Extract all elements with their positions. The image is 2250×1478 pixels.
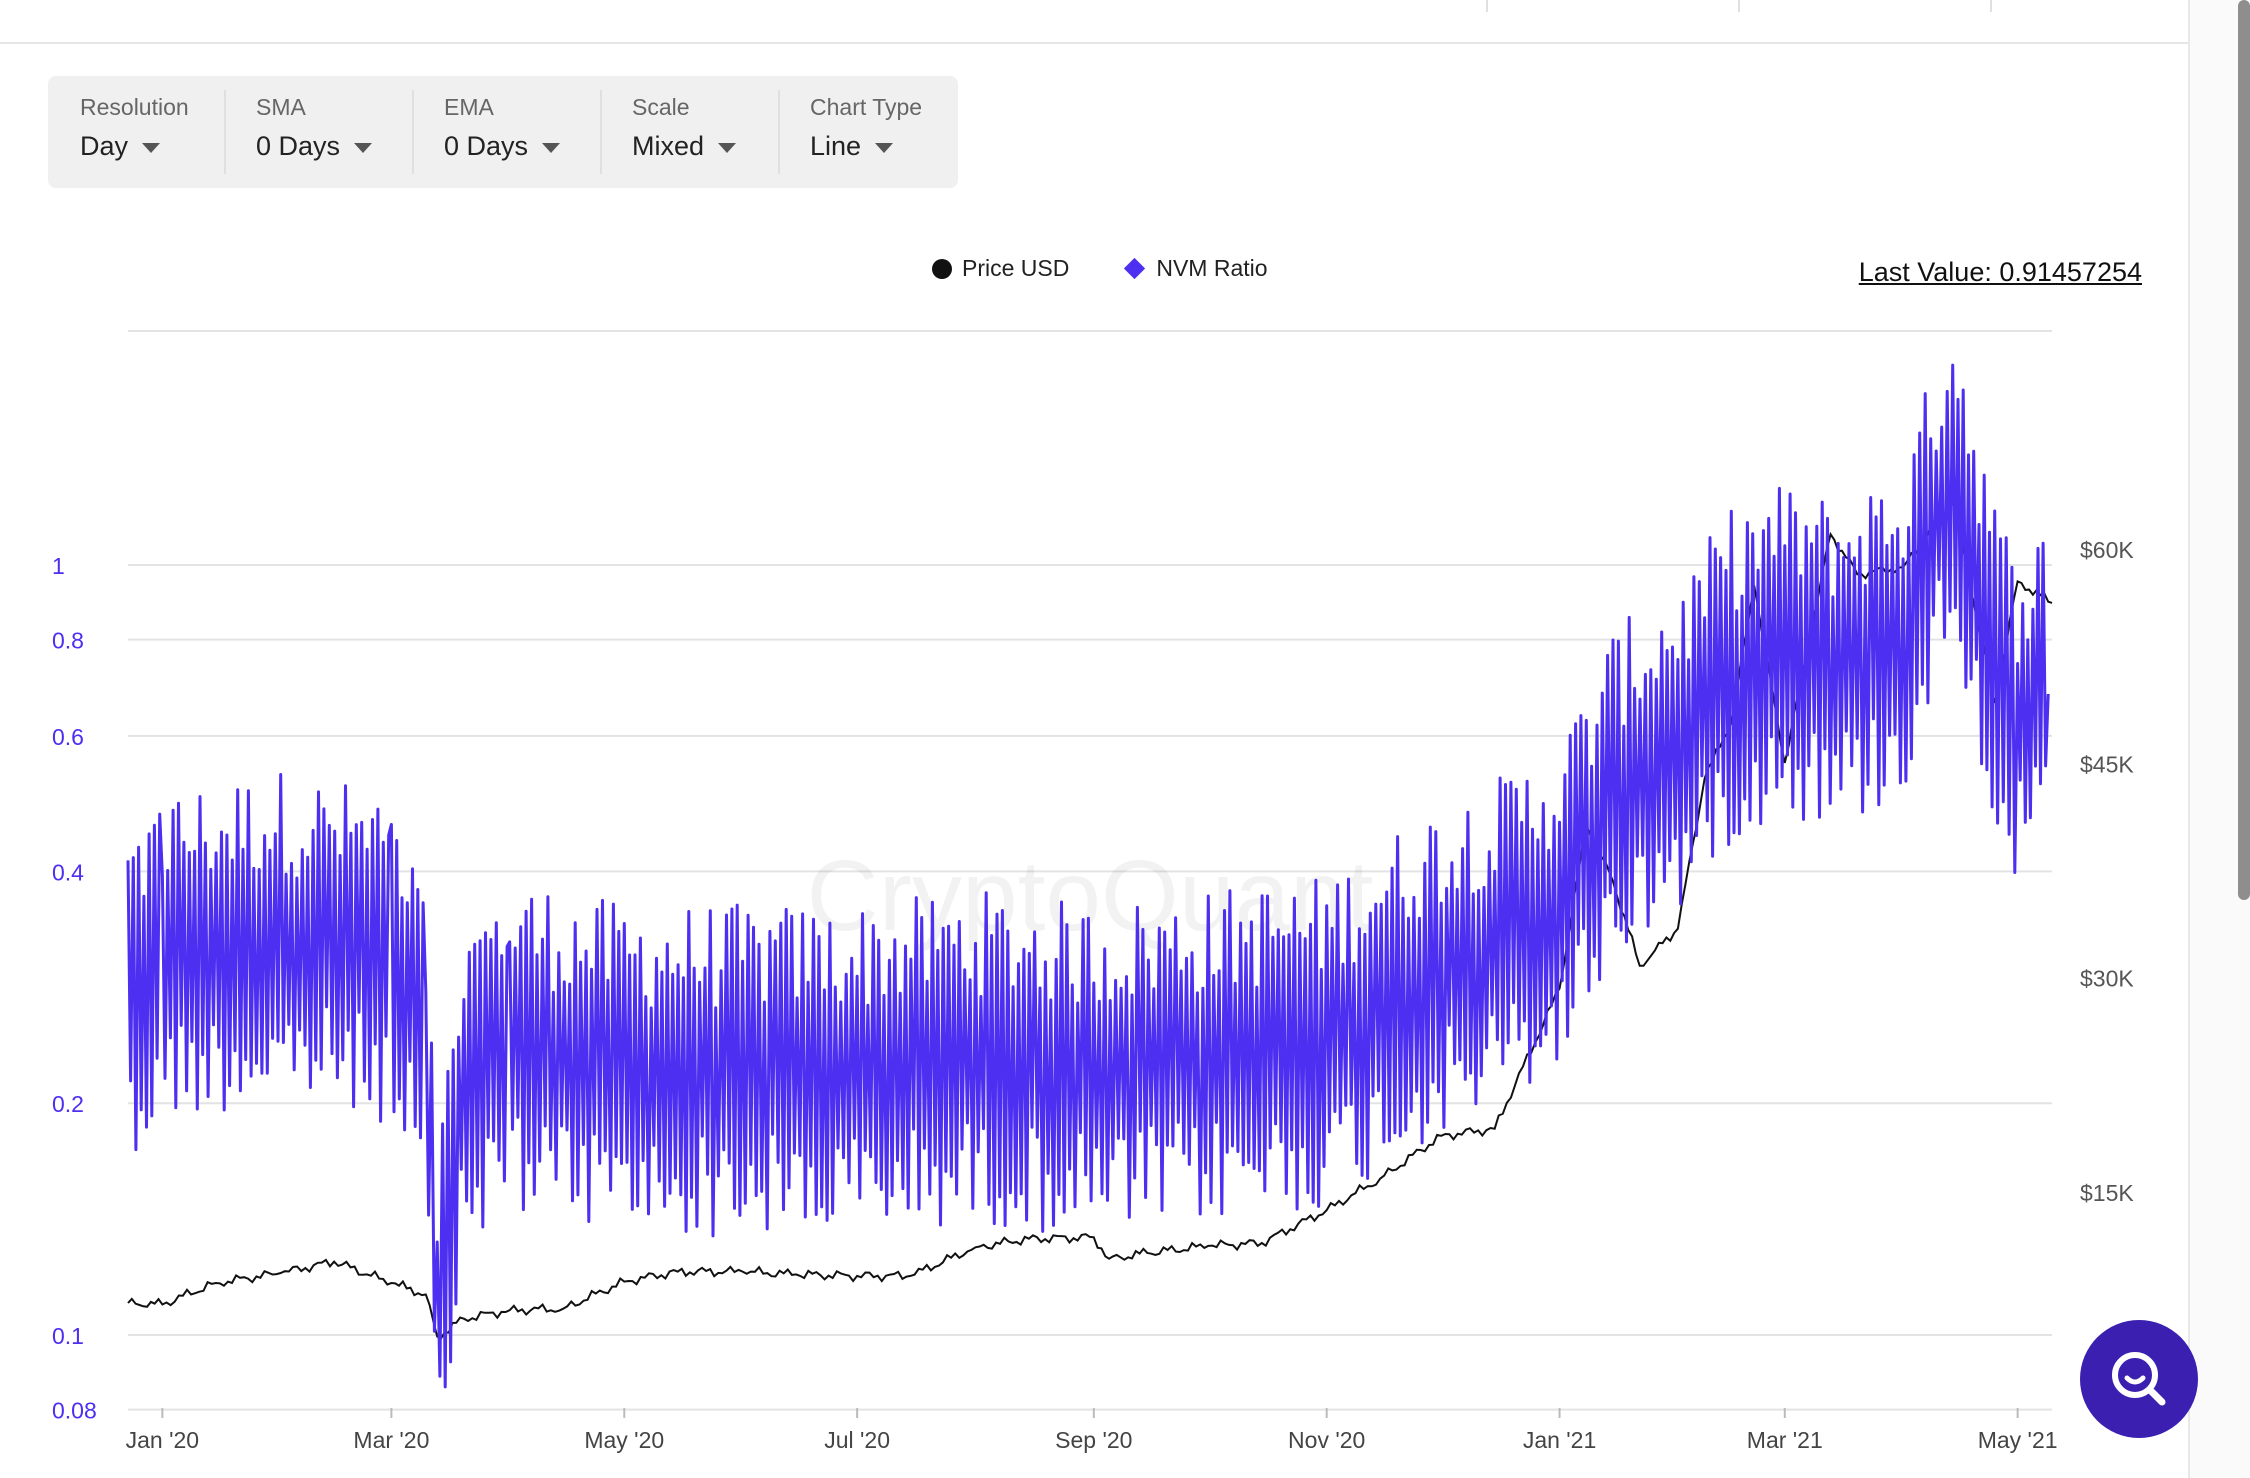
y-left-tick-label: 0.6: [52, 724, 84, 750]
x-tick-label: May '20: [584, 1427, 664, 1453]
legend-label-nvm: NVM Ratio: [1156, 255, 1268, 281]
search-fab-button[interactable]: [2080, 1320, 2198, 1438]
header-separator: [1486, 0, 1488, 12]
x-tick-label: May '21: [1978, 1427, 2058, 1453]
header-divider: [0, 42, 2190, 44]
x-tick-label: Mar '21: [1747, 1427, 1823, 1453]
ema-select[interactable]: EMA 0 Days: [412, 76, 600, 188]
y-left-tick-label: 0.4: [52, 859, 84, 885]
search-icon: [2112, 1352, 2166, 1406]
resolution-label: Resolution: [80, 94, 189, 120]
y-right-tick-label: $45K: [2080, 751, 2134, 777]
x-tick-label: Nov '20: [1288, 1427, 1365, 1453]
sma-value: 0 Days: [256, 131, 341, 161]
chevron-down-icon: [354, 143, 373, 153]
chart-type-label: Chart Type: [810, 94, 923, 120]
x-tick-label: Sep '20: [1055, 1427, 1132, 1453]
chart-type-select[interactable]: Chart Type Line: [778, 76, 958, 188]
header-separator: [1990, 0, 1992, 12]
legend-item-nvm[interactable]: NVM Ratio: [1124, 255, 1268, 282]
chevron-down-icon: [542, 143, 561, 153]
x-tick-label: Jan '21: [1523, 1427, 1596, 1453]
chevron-down-icon: [142, 143, 161, 153]
last-value-link[interactable]: Last Value: 0.91457254: [1859, 257, 2142, 288]
x-tick-label: Jan '20: [126, 1427, 199, 1453]
y-right-tick-label: $30K: [2080, 966, 2134, 992]
sma-label: SMA: [256, 94, 306, 120]
y-left-tick-label: 0.08: [52, 1398, 97, 1424]
circle-marker-icon: [932, 258, 952, 279]
chart-type-value: Line: [810, 131, 862, 161]
chevron-down-icon: [718, 143, 737, 153]
resolution-value: Day: [80, 131, 129, 161]
y-left-tick-label: 0.1: [52, 1323, 84, 1349]
diamond-marker-icon: [1124, 257, 1146, 280]
y-right-tick-label: $60K: [2080, 537, 2134, 563]
x-tick-label: Jul '20: [824, 1427, 890, 1453]
chevron-down-icon: [875, 143, 894, 153]
chart-plot: 0.08 0.1 0.2 0.4 0.6 0.8 1 $15K $30K $45K $60K Jan …: [52, 330, 2134, 1453]
y-left-tick-label: 0.2: [52, 1091, 84, 1117]
ema-value: 0 Days: [444, 131, 529, 161]
legend-label-price: Price USD: [962, 255, 1070, 281]
header-separator: [1738, 0, 1740, 12]
y-right-tick-label: $15K: [2080, 1180, 2134, 1206]
y-left-tick-label: 1: [52, 553, 65, 579]
scale-label: Scale: [632, 94, 690, 120]
chart-legend: Price USD NVM Ratio: [932, 255, 1326, 282]
scale-select[interactable]: Scale Mixed: [600, 76, 778, 188]
scale-value: Mixed: [632, 131, 705, 161]
y-left-tick-label: 0.8: [52, 628, 84, 654]
scrollbar-thumb[interactable]: [2238, 0, 2250, 900]
ema-label: EMA: [444, 94, 494, 120]
sma-select[interactable]: SMA 0 Days: [224, 76, 412, 188]
resolution-select[interactable]: Resolution Day: [48, 76, 224, 188]
legend-item-price[interactable]: Price USD: [932, 255, 1069, 282]
x-tick-label: Mar '20: [353, 1427, 429, 1453]
chart-options-toolbar: Resolution Day SMA 0 Days EMA 0 Days Sca…: [48, 76, 958, 188]
